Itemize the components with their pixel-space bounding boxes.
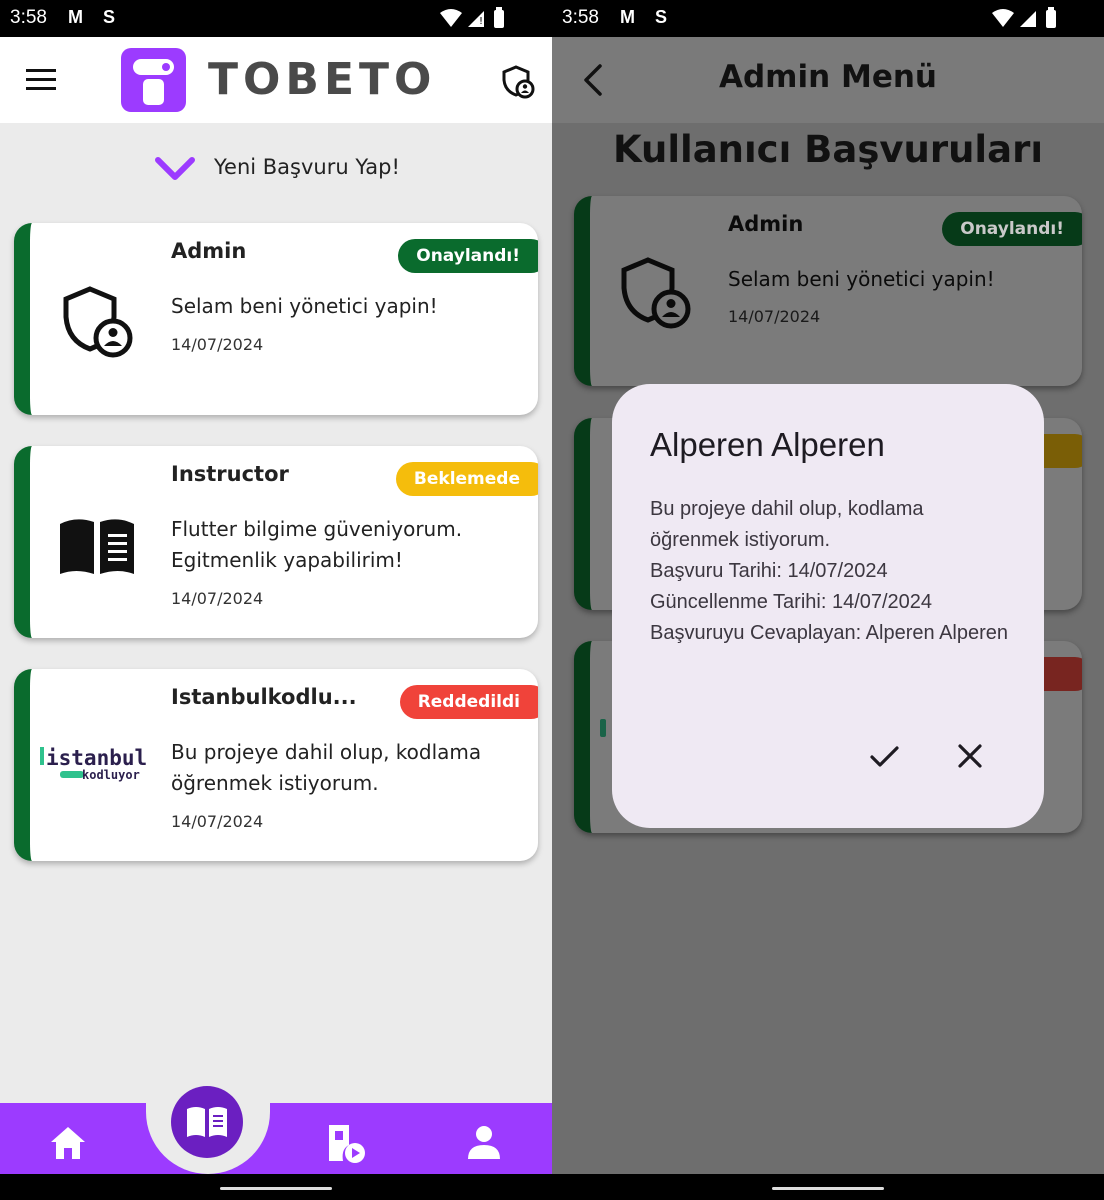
new-application-label: Yeni Başvuru Yap!	[214, 155, 400, 179]
system-nav-bar	[0, 1174, 552, 1200]
admin-shield-icon[interactable]	[500, 64, 536, 100]
notification-icon: S	[103, 7, 116, 27]
application-card[interactable]: Admin Onaylandı! Selam beni yönetici yap…	[14, 223, 538, 415]
system-nav-bar	[552, 1174, 1104, 1200]
card-message: Selam beni yönetici yapin!	[728, 267, 995, 291]
card-title: Admin	[728, 212, 804, 236]
video-doc-icon[interactable]	[325, 1123, 365, 1163]
gmail-icon: M	[68, 7, 83, 27]
application-card[interactable]: Instructor Beklemede Flutter bilgime güv…	[14, 446, 538, 638]
home-gesture-pill[interactable]	[220, 1187, 332, 1190]
dialog-updated-date: Güncellenme Tarihi: 14/07/2024	[650, 591, 933, 613]
dialog-answered-by: Başvuruyu Cevaplayan: Alperen Alperen	[650, 622, 1009, 644]
open-book-icon	[60, 519, 134, 574]
status-badge-approved: Onaylandı!	[942, 212, 1082, 246]
status-badge-approved: Onaylandı!	[398, 239, 538, 273]
gmail-icon: M	[620, 7, 635, 27]
dialog-body: Bu projeye dahil olup, kodlama öğrenmek …	[650, 494, 1010, 649]
card-message: Selam beni yönetici yapin!	[171, 294, 438, 318]
dialog-applied-date: Başvuru Tarihi: 14/07/2024	[650, 560, 888, 582]
status-time: 3:58	[562, 7, 599, 28]
status-icons	[992, 7, 1056, 28]
tobeto-logo-icon	[121, 48, 186, 112]
card-date: 14/07/2024	[171, 335, 264, 354]
card-title: Instructor	[171, 462, 289, 486]
status-bar: 3:58 M S	[552, 0, 1104, 37]
app-title: TOBETO	[208, 54, 437, 105]
dialog-title: Alperen Alperen	[650, 426, 885, 463]
application-card[interactable]: Admin Onaylandı! Selam beni yönetici yap…	[574, 196, 1082, 386]
status-badge-pending: Beklemede	[395, 462, 538, 496]
tobeto-applications-screen: 3:58 M S ! TOBETO Yeni Başvuru Yap! Admi…	[0, 0, 552, 1200]
card-title: Istanbulkodlu...	[171, 685, 357, 709]
dialog-message: Bu projeye dahil olup, kodlama öğrenmek …	[650, 498, 924, 551]
application-detail-dialog: Alperen Alperen Bu projeye dahil olup, k…	[612, 384, 1044, 828]
card-date: 14/07/2024	[171, 812, 264, 831]
shield-user-icon	[621, 257, 691, 329]
hamburger-menu-icon[interactable]	[26, 69, 58, 91]
svg-text:!: !	[479, 16, 483, 27]
card-message: Flutter bilgime güveniyorum. Egitmenlik …	[171, 517, 463, 572]
person-icon[interactable]	[464, 1123, 504, 1163]
applications-fab[interactable]	[171, 1086, 243, 1158]
istanbul-kodluyor-logo	[600, 719, 606, 737]
chevron-down-icon	[155, 157, 195, 180]
notification-icon: S	[655, 7, 668, 27]
home-gesture-pill[interactable]	[772, 1187, 884, 1190]
app-bar: Admin Menü	[552, 37, 1104, 123]
section-heading: Kullanıcı Başvuruları	[612, 128, 1044, 171]
status-icons: !	[440, 7, 504, 28]
svg-text:kodluyor: kodluyor	[82, 768, 140, 782]
admin-menu-screen: 3:58 M S Admin Menü Kullanıcı Başvurular…	[552, 0, 1104, 1200]
page-title: Admin Menü	[719, 59, 937, 95]
app-bar: TOBETO	[0, 37, 552, 123]
new-application-toggle[interactable]: Yeni Başvuru Yap!	[0, 148, 552, 188]
card-title: Admin	[171, 239, 247, 263]
application-card[interactable]: istanbul kodluyor Istanbulkodlu... Redde…	[14, 669, 538, 861]
reject-close-icon[interactable]	[950, 736, 990, 776]
status-time: 3:58	[10, 7, 47, 28]
status-bar: 3:58 M S !	[0, 0, 552, 37]
svg-text:istanbul: istanbul	[46, 746, 147, 770]
book-icon	[187, 1107, 227, 1137]
home-icon[interactable]	[48, 1123, 88, 1163]
status-badge-rejected: Reddedildi	[399, 685, 538, 719]
card-message: Bu projeye dahil olup, kodlama öğrenmek …	[171, 740, 482, 795]
card-date: 14/07/2024	[728, 307, 821, 326]
shield-user-icon	[63, 286, 133, 358]
approve-check-icon[interactable]	[864, 736, 904, 776]
card-date: 14/07/2024	[171, 589, 264, 608]
istanbul-kodluyor-logo: istanbul kodluyor	[40, 746, 147, 782]
